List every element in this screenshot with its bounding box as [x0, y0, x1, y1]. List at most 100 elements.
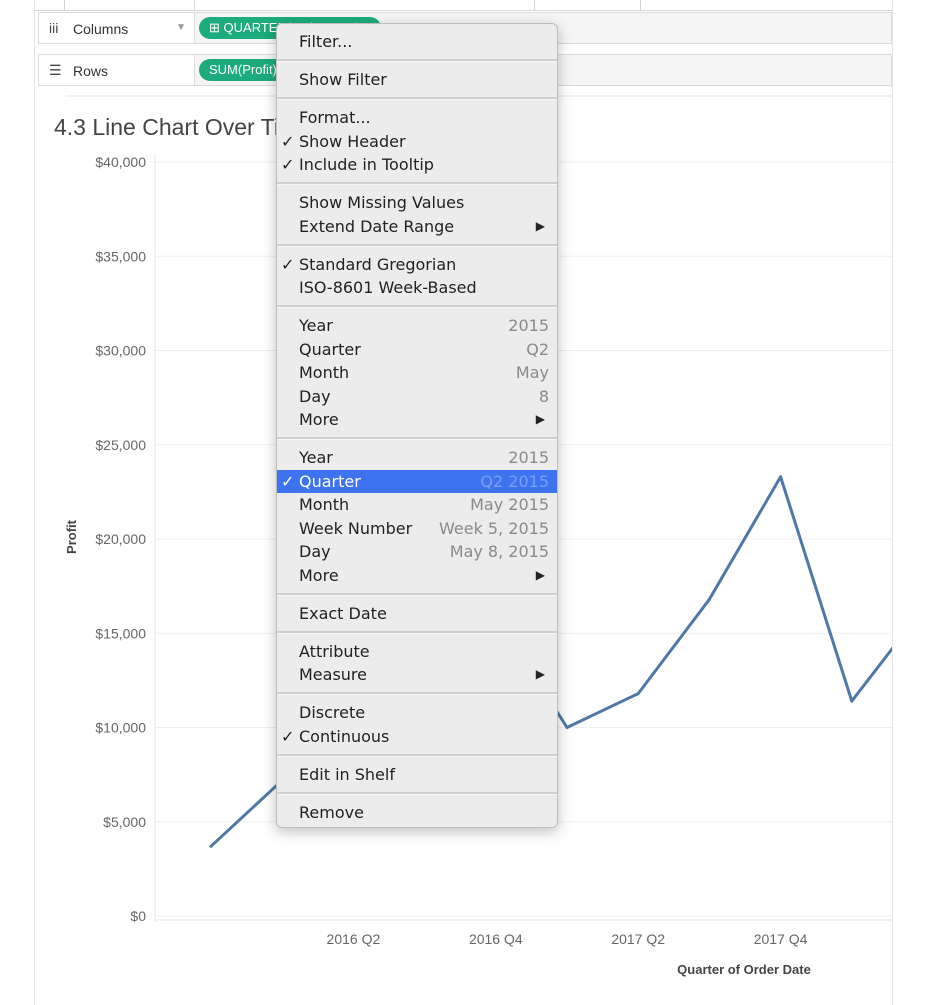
menu-separator — [277, 437, 557, 440]
y-tick-label: $25,000 — [95, 437, 146, 453]
menu-include-tooltip-label: Include in Tooltip — [299, 155, 434, 174]
menu-item-example: 2015 — [508, 448, 549, 467]
menu-separator — [277, 692, 557, 695]
x-tick-label: 2017 Q2 — [611, 931, 665, 947]
menu-item-label: Year — [299, 316, 333, 335]
data-point[interactable] — [707, 597, 711, 601]
data-point[interactable] — [636, 692, 640, 696]
y-tick-label: $40,000 — [95, 154, 146, 170]
menu-discrete-year[interactable]: Year 2015 — [277, 314, 557, 337]
menu-discrete-quarter[interactable]: Quarter Q2 — [277, 338, 557, 361]
menu-item-example: 2015 — [508, 316, 549, 335]
menu-item-example: 8 — [538, 387, 549, 406]
menu-attribute[interactable]: Attribute — [277, 640, 557, 663]
menu-std-gregorian-label: Standard Gregorian — [299, 255, 457, 274]
y-tick-label: $30,000 — [95, 343, 146, 359]
x-tick-label: 2017 Q4 — [754, 931, 808, 947]
menu-show-filter[interactable]: Show Filter — [277, 68, 557, 91]
menu-continuous-more[interactable]: More ▶ — [277, 564, 557, 587]
checkmark-icon: ✓ — [281, 155, 295, 174]
menu-iso-week-label: ISO-8601 Week-Based — [299, 278, 477, 297]
menu-item-example: May 8, 2015 — [449, 542, 549, 561]
submenu-arrow-icon: ▶ — [535, 667, 545, 681]
y-tick-label: $35,000 — [95, 248, 146, 264]
menu-remove-label: Remove — [299, 803, 364, 822]
menu-item-example: May — [515, 363, 549, 382]
menu-standard-gregorian[interactable]: ✓ Standard Gregorian — [277, 253, 557, 276]
menu-item-example: Week 5, 2015 — [439, 519, 549, 538]
menu-item-example: Q2 2015 — [480, 472, 549, 491]
submenu-arrow-icon: ▶ — [535, 568, 545, 582]
menu-discrete-day[interactable]: Day 8 — [277, 385, 557, 408]
menu-show-filter-label: Show Filter — [299, 70, 387, 89]
menu-discrete[interactable]: Discrete — [277, 701, 557, 724]
menu-continuous-day[interactable]: Day May 8, 2015 — [277, 540, 557, 563]
menu-iso-week[interactable]: ISO-8601 Week-Based — [277, 276, 557, 299]
x-tick-label: 2016 Q4 — [469, 931, 523, 947]
menu-discrete-month[interactable]: Month May — [277, 361, 557, 384]
x-axis: 2016 Q22016 Q42017 Q22017 Q42018 Q2 — [155, 919, 892, 947]
y-tick-label: $10,000 — [95, 720, 146, 736]
menu-format[interactable]: Format... — [277, 106, 557, 129]
menu-separator — [277, 754, 557, 757]
menu-include-tooltip[interactable]: ✓ Include in Tooltip — [277, 153, 557, 176]
menu-separator — [277, 244, 557, 247]
menu-item-label: Day — [299, 387, 331, 406]
menu-separator — [277, 182, 557, 185]
menu-exact-date[interactable]: Exact Date — [277, 602, 557, 625]
x-axis-title: Quarter of Order Date — [677, 962, 811, 977]
menu-show-missing-label: Show Missing Values — [299, 193, 465, 212]
menu-separator — [277, 305, 557, 308]
menu-continuous-week[interactable]: Week Number Week 5, 2015 — [277, 517, 557, 540]
menu-exact-date-label: Exact Date — [299, 604, 387, 623]
menu-remove[interactable]: Remove — [277, 801, 557, 824]
x-tick-label: 2016 Q2 — [327, 931, 381, 947]
data-point[interactable] — [209, 844, 213, 848]
menu-item-label: Quarter — [299, 340, 361, 359]
menu-continuous-quarter-selected[interactable]: ✓ Quarter Q2 2015 — [277, 470, 557, 493]
menu-filter[interactable]: Filter... — [277, 30, 557, 53]
data-point[interactable] — [565, 726, 569, 729]
y-tick-label: $15,000 — [95, 625, 146, 641]
checkmark-icon: ✓ — [281, 255, 295, 274]
y-tick-label: $20,000 — [95, 531, 146, 547]
menu-measure[interactable]: Measure ▶ — [277, 663, 557, 686]
menu-separator — [277, 59, 557, 62]
menu-more-label: More — [299, 566, 339, 585]
menu-discrete-more[interactable]: More ▶ — [277, 408, 557, 431]
field-context-menu: Filter... Show Filter Format... ✓ Show H… — [276, 23, 558, 828]
data-point[interactable] — [779, 475, 783, 479]
menu-edit-in-shelf[interactable]: Edit in Shelf — [277, 763, 557, 786]
menu-extend-range-label: Extend Date Range — [299, 217, 455, 236]
menu-attribute-label: Attribute — [299, 642, 370, 661]
submenu-arrow-icon: ▶ — [535, 219, 545, 233]
y-axis-title: Profit — [64, 519, 79, 554]
menu-item-example: Q2 — [526, 340, 549, 359]
menu-item-label: Day — [299, 542, 331, 561]
menu-continuous-year[interactable]: Year 2015 — [277, 446, 557, 469]
menu-continuous-month[interactable]: Month May 2015 — [277, 493, 557, 516]
submenu-arrow-icon: ▶ — [535, 412, 545, 426]
menu-item-label: Month — [299, 495, 350, 514]
menu-extend-date-range[interactable]: Extend Date Range ▶ — [277, 215, 557, 238]
data-point[interactable] — [850, 699, 854, 703]
menu-continuous[interactable]: ✓ Continuous — [277, 725, 557, 748]
checkmark-icon: ✓ — [281, 727, 295, 746]
menu-separator — [277, 792, 557, 795]
menu-item-label: Week Number — [299, 519, 413, 538]
menu-show-missing-values[interactable]: Show Missing Values — [277, 191, 557, 214]
menu-more-label: More — [299, 410, 339, 429]
y-tick-label: $0 — [130, 908, 146, 924]
menu-discrete-label: Discrete — [299, 703, 366, 722]
menu-separator — [277, 631, 557, 634]
menu-edit-shelf-label: Edit in Shelf — [299, 765, 395, 784]
y-tick-label: $5,000 — [103, 814, 146, 830]
checkmark-icon: ✓ — [281, 472, 295, 491]
menu-show-header[interactable]: ✓ Show Header — [277, 130, 557, 153]
menu-item-label: Year — [299, 448, 333, 467]
menu-separator — [277, 97, 557, 100]
menu-item-label: Quarter — [299, 472, 361, 491]
menu-item-example: May 2015 — [470, 495, 549, 514]
menu-show-header-label: Show Header — [299, 132, 406, 151]
menu-continuous-label: Continuous — [299, 727, 390, 746]
